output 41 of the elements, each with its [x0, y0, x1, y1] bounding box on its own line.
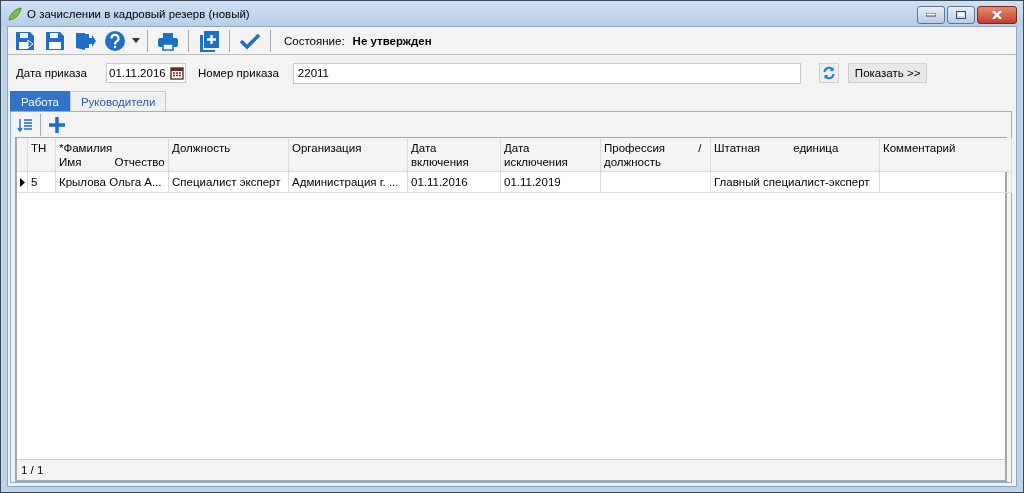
calendar-icon[interactable]: [170, 66, 184, 80]
column-header[interactable]: Организация: [289, 138, 408, 172]
refresh-button[interactable]: [818, 63, 839, 83]
table-cell: Администрация г. ...: [289, 172, 408, 193]
minimize-button[interactable]: [917, 6, 945, 24]
column-header[interactable]: *Фамилия Имя Отчество: [56, 138, 169, 172]
maximize-icon: [956, 11, 966, 19]
column-header[interactable]: Комментарий: [880, 138, 1012, 172]
leaf-icon: [8, 6, 22, 21]
column-header[interactable]: Дата включения: [408, 138, 501, 172]
help-icon[interactable]: [102, 29, 128, 52]
date-label: Дата приказа: [16, 67, 88, 79]
maximize-button[interactable]: [947, 6, 975, 24]
column-header[interactable]: Должность: [169, 138, 289, 172]
tab[interactable]: Работа: [10, 91, 70, 111]
close-icon: [992, 11, 1002, 19]
row-header-cell[interactable]: [17, 172, 28, 193]
show-button[interactable]: Показать >>: [847, 63, 928, 83]
table-cell: 01.11.2019: [501, 172, 601, 193]
table-cell: Специалист эксперт: [169, 172, 289, 193]
close-button[interactable]: [977, 6, 1017, 24]
table-cell: Главный специалист-эксперт: [711, 172, 880, 193]
table-cell: 01.11.2016: [408, 172, 501, 193]
table-cell: 5: [28, 172, 56, 193]
sort-list-icon[interactable]: [15, 116, 35, 133]
column-header[interactable]: Дата исключения: [501, 138, 601, 172]
status-value: Не утвержден: [352, 34, 432, 47]
number-label: Номер приказа: [198, 67, 279, 79]
column-header[interactable]: Профессия / должность: [601, 138, 711, 172]
pager-text: 1 / 1: [21, 464, 44, 476]
caret-icon[interactable]: [132, 38, 140, 43]
column-header[interactable]: ТН: [28, 138, 56, 172]
number-field[interactable]: 22011: [292, 62, 801, 84]
tab[interactable]: Руководители: [69, 91, 167, 111]
minimize-icon: [926, 13, 936, 17]
status-label: Состояние:: [284, 34, 345, 47]
column-header[interactable]: Штатная единица: [711, 138, 880, 172]
add-icon[interactable]: [46, 115, 68, 134]
date-field[interactable]: 01.11.2016: [106, 63, 186, 83]
table-cell: Крылова Ольга А...: [56, 172, 169, 193]
window-title: О зачислении в кадровый резерв (новый): [27, 7, 251, 20]
